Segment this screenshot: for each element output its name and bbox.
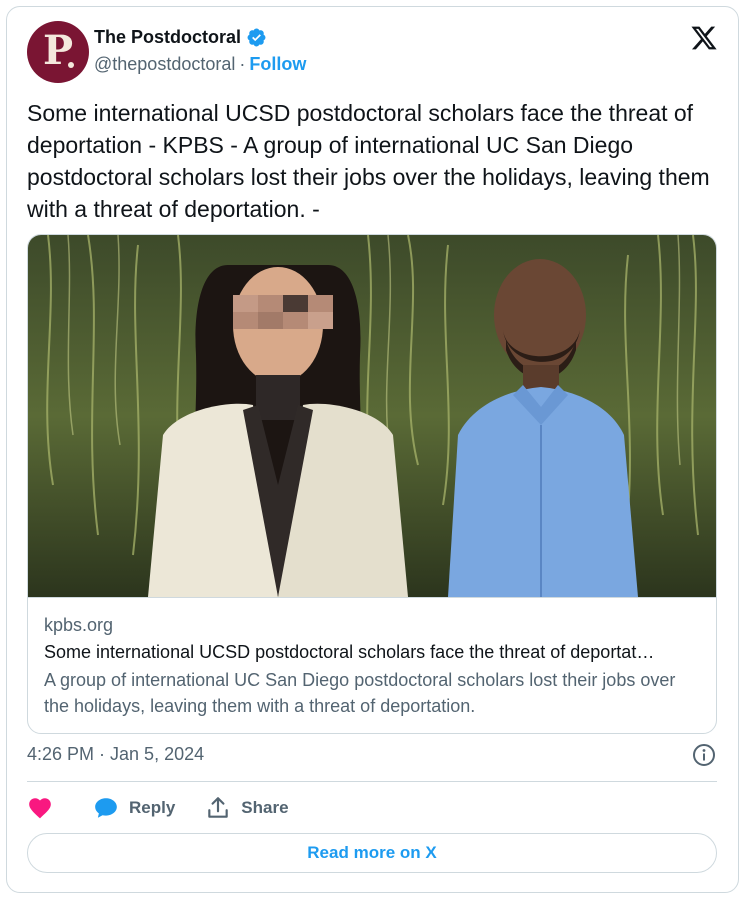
avatar[interactable]: P (27, 21, 89, 83)
separator-dot: · (239, 54, 246, 74)
verified-badge-icon (247, 28, 266, 47)
share-label: Share (241, 798, 289, 817)
reply-button[interactable]: Reply (93, 795, 175, 821)
article-photo[interactable] (28, 235, 716, 597)
author-handle[interactable]: @thepostdoctoral (94, 54, 235, 74)
heart-icon (29, 798, 51, 819)
tweet-timestamp[interactable]: 4:26 PM · Jan 5, 2024 (27, 744, 204, 765)
link-title[interactable]: Some international UCSD postdoctoral sch… (44, 638, 700, 666)
article-photo-illustration (28, 235, 716, 597)
link-description: A group of international UC San Diego po… (44, 670, 676, 716)
author-handle-row: @thepostdoctoral · Follow (94, 54, 306, 75)
share-button[interactable]: Share (205, 795, 289, 821)
read-more-button[interactable]: Read more on X (27, 833, 717, 873)
link-preview-meta: kpbs.org Some international UCSD postdoc… (28, 597, 716, 733)
like-button[interactable] (27, 795, 53, 821)
avatar-dot (68, 62, 74, 68)
follow-button[interactable]: Follow (249, 54, 306, 74)
author-display-name[interactable]: The Postdoctoral (94, 27, 241, 48)
link-preview-card[interactable]: kpbs.org Some international UCSD postdoc… (27, 234, 717, 734)
info-icon[interactable] (692, 743, 716, 767)
link-domain: kpbs.org (44, 615, 114, 635)
divider (27, 781, 717, 782)
reply-bubble-icon (95, 798, 117, 818)
action-bar: Reply Share (27, 793, 289, 823)
tweet-text: Some international UCSD postdoctoral sch… (27, 100, 710, 222)
x-logo-icon[interactable] (690, 24, 718, 52)
share-icon (208, 797, 229, 818)
author-name-row: The Postdoctoral (94, 27, 267, 48)
tweet-embed-card: P The Postdoctoral @thepostdoctoral · Foll… (6, 6, 739, 893)
reply-label: Reply (129, 798, 176, 817)
